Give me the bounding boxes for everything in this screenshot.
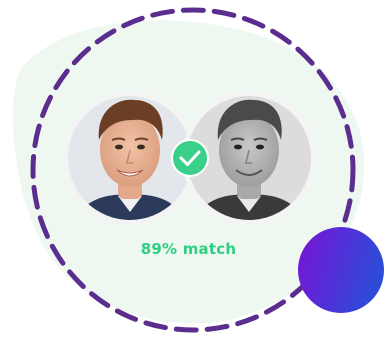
face-match-illustration: 89% match [0,0,387,337]
match-percentage-label: 89% match [140,240,237,258]
illustration-canvas [12,7,384,333]
checkmark-icon [171,139,209,177]
